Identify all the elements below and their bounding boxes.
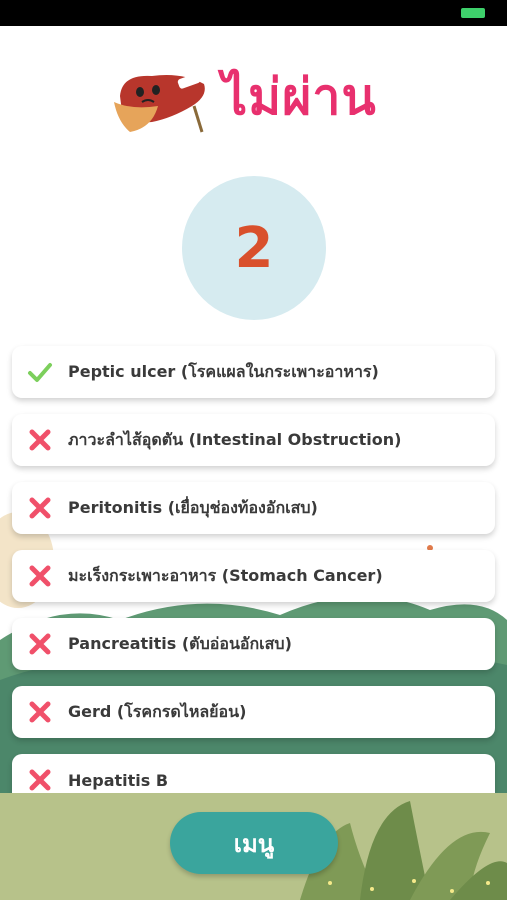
- cross-icon: [12, 428, 68, 452]
- header: ไม่ผ่าน: [0, 56, 507, 136]
- cross-icon: [12, 564, 68, 588]
- list-item: Peptic ulcer (โรคแผลในกระเพาะอาหาร): [12, 346, 495, 398]
- score-value: 2: [234, 215, 274, 281]
- check-icon: [12, 361, 68, 383]
- menu-button-label: เมนู: [233, 829, 275, 858]
- list-item: มะเร็งกระเพาะอาหาร (Stomach Cancer): [12, 550, 495, 602]
- list-item-label: Pancreatitis (ตับอ่อนอักเสบ): [68, 633, 292, 653]
- liver-mascot-icon: [114, 73, 205, 133]
- list-item: Gerd (โรคกรดไหลย้อน): [12, 686, 495, 738]
- list-item-label: มะเร็งกระเพาะอาหาร (Stomach Cancer): [68, 565, 383, 585]
- list-item: Peritonitis (เยื่อบุช่องท้องอักเสบ): [12, 482, 495, 534]
- page-title: ไม่ผ่าน: [222, 68, 377, 126]
- results-list: Peptic ulcer (โรคแผลในกระเพาะอาหาร) ภาวะ…: [12, 346, 495, 822]
- list-item-label: Gerd (โรคกรดไหลย้อน): [68, 701, 247, 721]
- cross-icon: [12, 496, 68, 520]
- cross-icon: [12, 768, 68, 792]
- list-item-label: Peritonitis (เยื่อบุช่องท้องอักเสบ): [68, 497, 318, 517]
- list-item-label: Peptic ulcer (โรคแผลในกระเพาะอาหาร): [68, 361, 379, 381]
- list-item-label: ภาวะลำไส้อุดตัน (Intestinal Obstruction): [68, 429, 402, 449]
- score-circle: 2: [182, 176, 326, 320]
- cross-icon: [12, 700, 68, 724]
- menu-button[interactable]: เมนู: [170, 812, 338, 874]
- list-item: ภาวะลำไส้อุดตัน (Intestinal Obstruction): [12, 414, 495, 466]
- cross-icon: [12, 632, 68, 656]
- list-item: Pancreatitis (ตับอ่อนอักเสบ): [12, 618, 495, 670]
- list-item-label: Hepatitis B: [68, 770, 169, 790]
